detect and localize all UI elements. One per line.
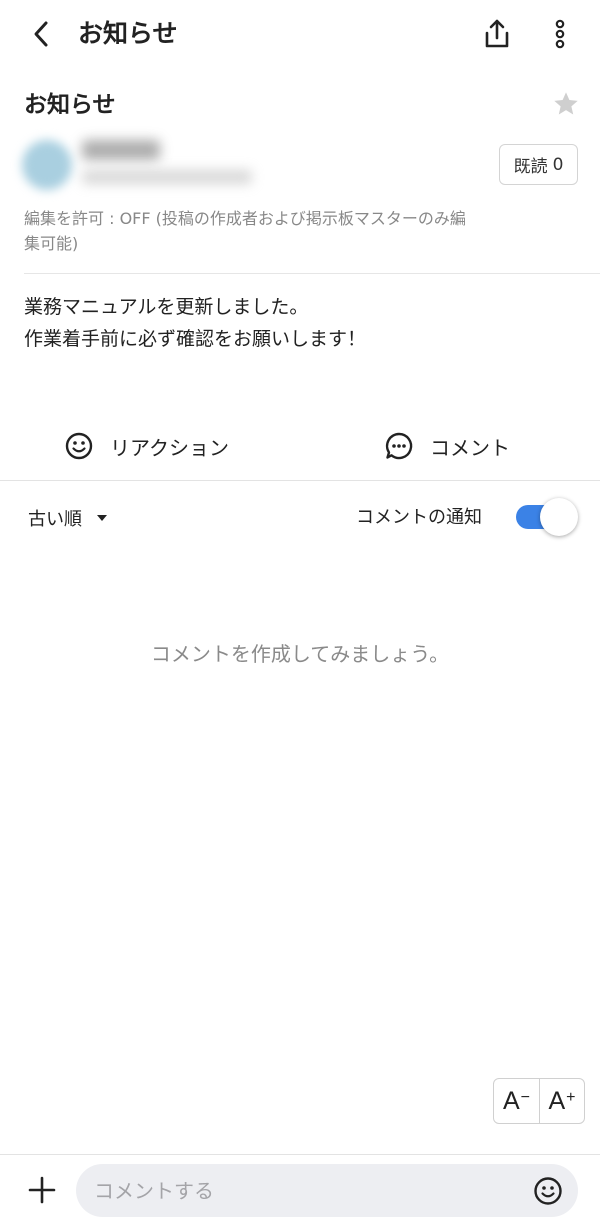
decrease-font-button[interactable]: A − xyxy=(494,1079,539,1123)
reaction-label: リアクション xyxy=(110,435,229,460)
page-title: お知らせ xyxy=(78,19,178,48)
post-title: お知らせ xyxy=(24,92,116,118)
share-button[interactable] xyxy=(478,14,516,54)
author-email-blurred xyxy=(82,170,252,184)
comment-notification-toggle[interactable] xyxy=(516,498,578,536)
comment-composer xyxy=(76,1164,578,1217)
plus-sign: + xyxy=(566,1089,576,1106)
comment-label: コメント xyxy=(430,435,510,460)
read-count: 0 xyxy=(552,154,564,175)
caret-down-icon xyxy=(97,515,107,521)
read-label: 既読 xyxy=(513,157,548,177)
plus-icon xyxy=(28,1176,56,1204)
author-avatar xyxy=(22,140,72,190)
smiley-icon xyxy=(65,432,93,460)
author-name-blurred xyxy=(82,140,160,160)
top-bar: お知らせ xyxy=(0,0,600,68)
post-body: 業務マニュアルを更新しました。 作業着手前に必ず確認をお願いします！ xyxy=(24,291,584,355)
edit-permission-note: 編集を許可 : OFF (投稿の作成者および掲示板マスターのみ編集可能) xyxy=(24,209,466,253)
star-icon[interactable] xyxy=(552,90,580,118)
back-arrow-icon xyxy=(34,21,48,47)
add-attachment-button[interactable] xyxy=(22,1170,62,1210)
increase-font-button[interactable]: A + xyxy=(538,1079,584,1123)
share-icon xyxy=(485,19,509,48)
comment-button[interactable]: コメント xyxy=(384,424,510,468)
minus-sign: − xyxy=(520,1089,530,1106)
back-button[interactable] xyxy=(22,14,62,54)
post-body-line: 作業着手前に必ず確認をお願いします！ xyxy=(24,328,367,350)
smiley-icon[interactable] xyxy=(532,1175,564,1207)
divider xyxy=(0,480,600,481)
reaction-button[interactable]: リアクション xyxy=(64,424,229,468)
divider xyxy=(0,1154,600,1155)
comment-bubble-icon xyxy=(385,432,413,460)
post-body-line: 業務マニュアルを更新しました。 xyxy=(24,296,309,318)
sort-order-select[interactable]: 古い順 xyxy=(28,501,108,535)
read-count-button[interactable]: 既読 0 xyxy=(499,144,578,185)
sort-order-label: 古い順 xyxy=(28,509,82,530)
toggle-knob xyxy=(540,498,578,536)
font-size-controls: A − A + xyxy=(493,1078,585,1124)
more-vertical-icon xyxy=(555,19,565,49)
comment-input[interactable] xyxy=(94,1164,514,1217)
divider xyxy=(24,273,600,274)
empty-comments-message: コメントを作成してみましょう。 xyxy=(150,642,450,666)
comment-notification-label: コメントの通知 xyxy=(356,507,482,528)
more-options-button[interactable] xyxy=(542,14,578,54)
